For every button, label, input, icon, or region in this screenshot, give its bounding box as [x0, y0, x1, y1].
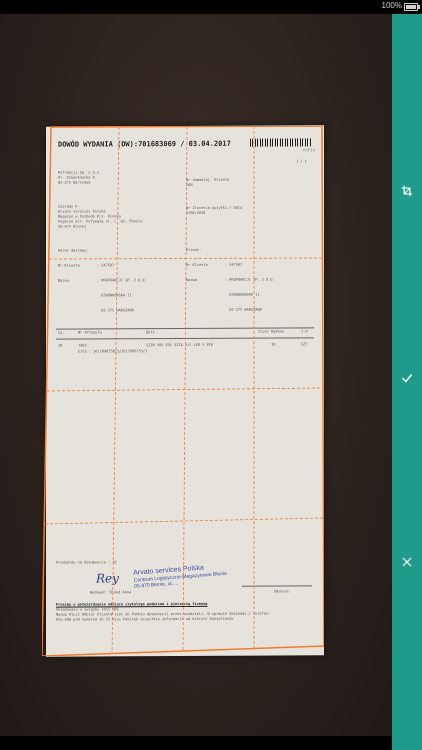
crop-rotate-icon [401, 185, 413, 197]
crop-frame[interactable] [42, 126, 324, 656]
status-bar: 100% [0, 0, 422, 14]
bottom-bar [0, 736, 422, 750]
check-icon [401, 374, 413, 383]
battery-percent: 100% [381, 1, 402, 10]
crop-grid [44, 126, 324, 654]
confirm-button[interactable] [392, 363, 422, 393]
battery-icon [404, 3, 420, 11]
close-icon [402, 557, 412, 567]
action-toolbar [392, 14, 422, 750]
crop-rotate-button[interactable] [392, 176, 422, 206]
crop-border[interactable] [42, 126, 324, 656]
cancel-button[interactable] [392, 547, 422, 577]
